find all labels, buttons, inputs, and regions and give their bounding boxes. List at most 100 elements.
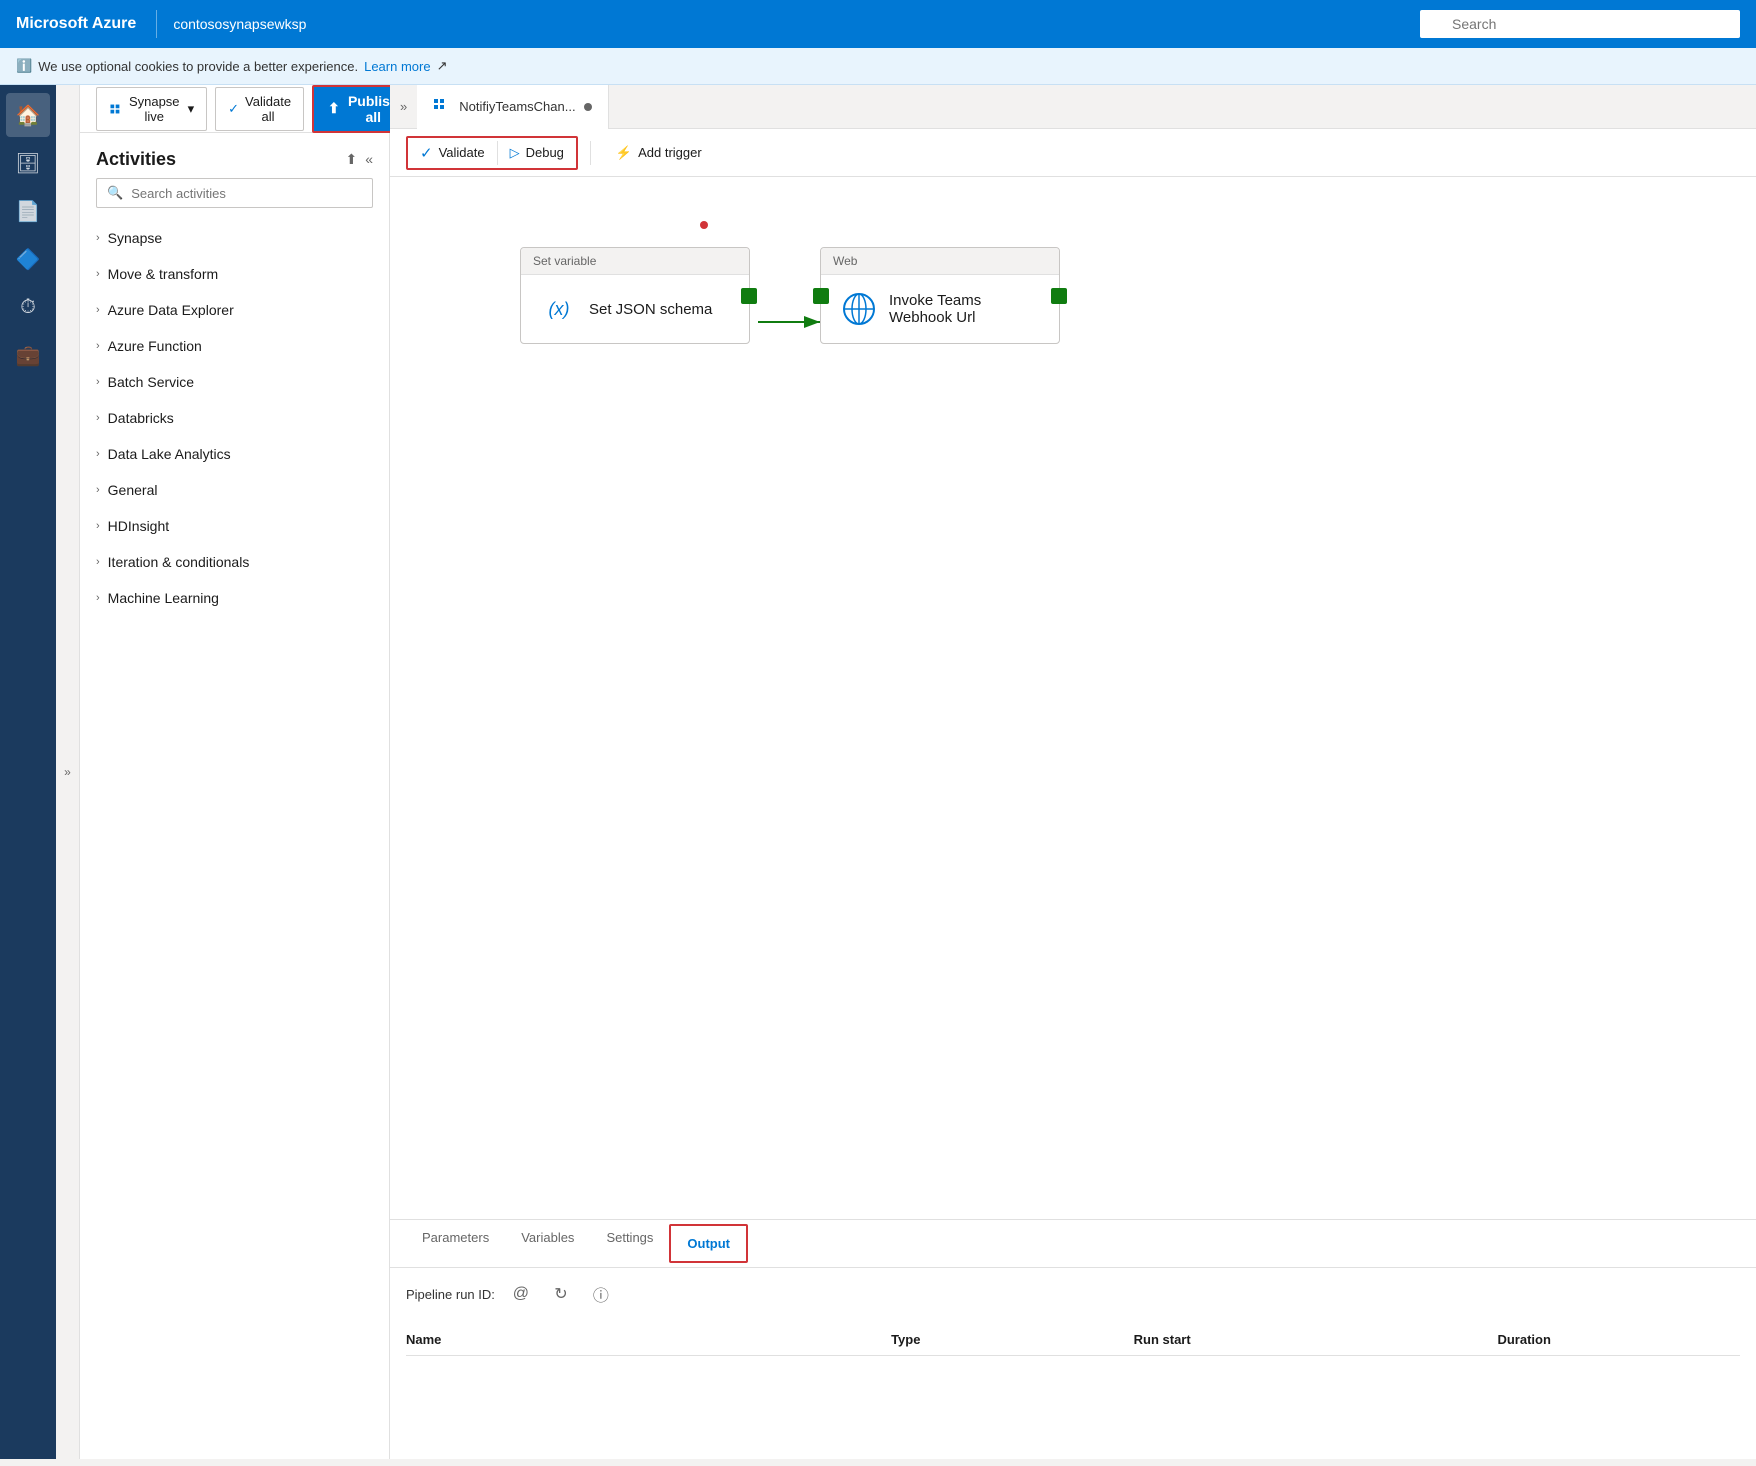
synapse-toolbar: Synapse live ▾ ✓ Validate all ⬆ Publish … bbox=[80, 85, 389, 133]
validate-button[interactable]: ✓ Validate bbox=[408, 138, 497, 168]
debug-label: Debug bbox=[526, 145, 564, 160]
activity-label: Move & transform bbox=[108, 266, 218, 282]
activities-panel: Synapse live ▾ ✓ Validate all ⬆ Publish … bbox=[80, 85, 390, 1459]
at-icon: @ bbox=[513, 1285, 529, 1303]
col-run-start: Run start bbox=[1134, 1332, 1498, 1347]
chevron-right-icon: › bbox=[96, 340, 100, 352]
activity-label: Iteration & conditionals bbox=[108, 554, 250, 570]
brand-title: Microsoft Azure bbox=[16, 15, 136, 33]
col-name: Name bbox=[406, 1332, 891, 1347]
tab-expand-toggle[interactable]: » bbox=[390, 99, 417, 114]
chevron-right-icon: » bbox=[64, 765, 71, 779]
activity-label: Machine Learning bbox=[108, 590, 219, 606]
pipeline-tab-label: NotifiyTeamsChan... bbox=[459, 99, 575, 114]
node-connector-right bbox=[741, 288, 757, 304]
activity-label: Azure Data Explorer bbox=[108, 302, 234, 318]
validate-icon: ✓ bbox=[228, 101, 239, 117]
activity-item-iteration[interactable]: › Iteration & conditionals bbox=[80, 544, 389, 580]
chevron-right-icon: › bbox=[96, 448, 100, 460]
bottom-panel: Parameters Variables Settings Output Pip… bbox=[390, 1219, 1756, 1459]
chevron-right-icon: › bbox=[96, 304, 100, 316]
sidebar-item-data[interactable]: 🗄 bbox=[6, 141, 50, 185]
sidebar-item-manage[interactable]: 💼 bbox=[6, 333, 50, 377]
tab-parameters[interactable]: Parameters bbox=[406, 1220, 505, 1267]
bottom-tabs: Parameters Variables Settings Output bbox=[390, 1220, 1756, 1268]
topbar-divider bbox=[156, 10, 157, 38]
canvas-red-dot bbox=[700, 221, 708, 229]
tab-output[interactable]: Output bbox=[669, 1224, 748, 1263]
content-area: » NotifiyTeamsChan... ✓ Validate bbox=[390, 85, 1756, 1459]
activity-item-databricks[interactable]: › Databricks bbox=[80, 400, 389, 436]
info-icon: ⓘ bbox=[593, 1282, 609, 1306]
chevron-right-icon: › bbox=[96, 484, 100, 496]
sidebar-item-develop[interactable]: 📄 bbox=[6, 189, 50, 233]
sidebar-item-pipeline[interactable]: 🔷 bbox=[6, 237, 50, 281]
mention-icon-btn[interactable]: @ bbox=[507, 1280, 535, 1308]
refresh-icon: ↻ bbox=[554, 1284, 567, 1304]
activity-item-hdinsight[interactable]: › HDInsight bbox=[80, 508, 389, 544]
synapse-icon bbox=[109, 101, 121, 117]
node-body-web: Invoke TeamsWebhook Url bbox=[821, 275, 1059, 343]
activity-label: Azure Function bbox=[108, 338, 202, 354]
validate-label: Validate bbox=[439, 145, 485, 160]
activities-search-input[interactable] bbox=[131, 186, 362, 201]
col-type: Type bbox=[891, 1332, 1134, 1347]
add-trigger-button[interactable]: ⚡ Add trigger bbox=[603, 138, 715, 168]
activity-item-synapse[interactable]: › Synapse bbox=[80, 220, 389, 256]
globe-icon bbox=[841, 291, 877, 327]
main-layout: 🏠 🗄 📄 🔷 ⏱ 💼 » Synapse live ▾ ✓ bbox=[0, 85, 1756, 1459]
pipeline-arrow bbox=[390, 177, 1756, 577]
validate-check-icon: ✓ bbox=[420, 144, 433, 162]
panel-expand-toggle[interactable]: » bbox=[56, 85, 80, 1459]
activity-item-azure-data-explorer[interactable]: › Azure Data Explorer bbox=[80, 292, 389, 328]
info-icon-btn[interactable]: ⓘ bbox=[587, 1280, 615, 1308]
x-variable-icon: (x) bbox=[541, 291, 577, 327]
search-wrap: 🔍 bbox=[1420, 10, 1740, 38]
pipeline-tab[interactable]: NotifiyTeamsChan... bbox=[417, 85, 608, 129]
bottom-content: Pipeline run ID: @ ↻ ⓘ Name Type Run sta… bbox=[390, 1268, 1756, 1459]
activities-title: Activities bbox=[96, 149, 176, 170]
collapse-icon[interactable]: ⬆ bbox=[345, 151, 357, 168]
validate-all-label: Validate all bbox=[245, 94, 291, 124]
activity-label: HDInsight bbox=[108, 518, 169, 534]
chevron-right-icon: › bbox=[96, 556, 100, 568]
node-connector-left bbox=[813, 288, 829, 304]
debug-button[interactable]: ▷ Debug bbox=[498, 139, 576, 167]
refresh-icon-btn[interactable]: ↻ bbox=[547, 1280, 575, 1308]
web-node[interactable]: Web Invoke TeamsWebhook Url bbox=[820, 247, 1060, 344]
add-trigger-label: Add trigger bbox=[638, 145, 702, 160]
sidebar-item-monitor[interactable]: ⏱ bbox=[6, 285, 50, 329]
search-input[interactable] bbox=[1420, 10, 1740, 38]
validate-all-button[interactable]: ✓ Validate all bbox=[215, 87, 304, 131]
tab-variables[interactable]: Variables bbox=[505, 1220, 590, 1267]
node-header-web: Web bbox=[821, 248, 1059, 275]
cookie-banner: ℹ️ We use optional cookies to provide a … bbox=[0, 48, 1756, 85]
activity-label: Batch Service bbox=[108, 374, 194, 390]
activity-item-general[interactable]: › General bbox=[80, 472, 389, 508]
activity-item-azure-function[interactable]: › Azure Function bbox=[80, 328, 389, 364]
activity-item-batch-service[interactable]: › Batch Service bbox=[80, 364, 389, 400]
sidebar-item-home[interactable]: 🏠 bbox=[6, 93, 50, 137]
chevron-right-icon: › bbox=[96, 268, 100, 280]
col-duration: Duration bbox=[1497, 1332, 1740, 1347]
chevron-right-icon: › bbox=[96, 376, 100, 388]
workspace-name: contososynapsewksp bbox=[173, 16, 1420, 32]
activity-label: Data Lake Analytics bbox=[108, 446, 231, 462]
learn-more-link[interactable]: Learn more bbox=[364, 59, 430, 74]
activities-search-box[interactable]: 🔍 bbox=[96, 178, 373, 208]
set-variable-node[interactable]: Set variable (x) Set JSON schema bbox=[520, 247, 750, 344]
close-icon[interactable]: « bbox=[365, 151, 373, 168]
activity-item-machine-learning[interactable]: › Machine Learning bbox=[80, 580, 389, 616]
cookie-text: We use optional cookies to provide a bet… bbox=[38, 59, 358, 74]
synapse-live-label: Synapse live bbox=[127, 94, 182, 124]
synapse-live-button[interactable]: Synapse live ▾ bbox=[96, 87, 207, 131]
sidebar-icons: 🏠 🗄 📄 🔷 ⏱ 💼 bbox=[0, 85, 56, 1459]
external-link-icon: ↗ bbox=[437, 58, 448, 74]
tab-settings[interactable]: Settings bbox=[590, 1220, 669, 1267]
activity-item-data-lake[interactable]: › Data Lake Analytics bbox=[80, 436, 389, 472]
activity-label: Databricks bbox=[108, 410, 174, 426]
table-header: Name Type Run start Duration bbox=[406, 1324, 1740, 1356]
chevron-right-icon: › bbox=[96, 232, 100, 244]
activity-item-move-transform[interactable]: › Move & transform bbox=[80, 256, 389, 292]
tab-unsaved-indicator bbox=[584, 103, 592, 111]
